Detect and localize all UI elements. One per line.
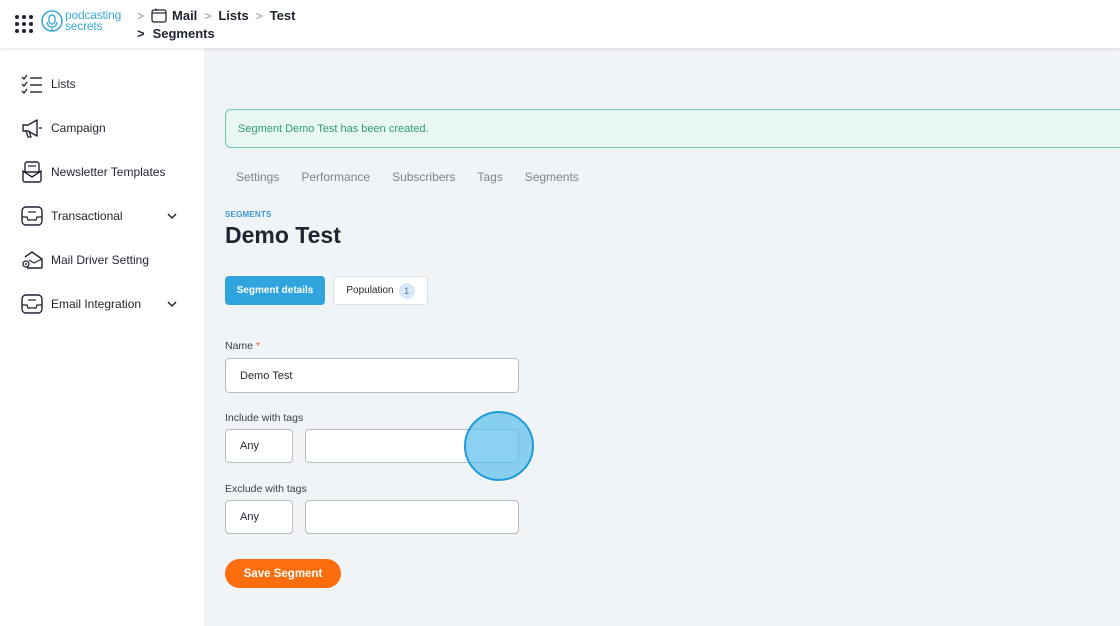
include-mode-select[interactable]: Any (225, 429, 293, 463)
save-segment-button[interactable]: Save Segment (225, 559, 341, 588)
breadcrumb-separator: > (137, 8, 145, 23)
tab-bar: Settings Performance Subscribers Tags Se… (236, 170, 601, 184)
logo[interactable]: podcasting secrets (41, 8, 133, 36)
tab-segments[interactable]: Segments (525, 170, 579, 184)
sidebar-item-label: Email Integration (51, 297, 142, 311)
sidebar-item-label: Transactional (51, 209, 123, 223)
exclude-tags-label: Exclude with tags (225, 483, 307, 495)
sidebar-item-label: Campaign (51, 121, 106, 135)
sidebar-item-lists[interactable]: Lists (20, 71, 190, 97)
mail-settings-icon (20, 249, 43, 272)
population-count-badge: 1 (398, 282, 415, 299)
name-field-value: Demo Test (240, 369, 293, 382)
name-label: Name * (225, 340, 260, 352)
alert-message: Segment Demo Test has been created. (238, 123, 429, 135)
list-check-icon (20, 73, 43, 96)
name-label-text: Name (225, 340, 254, 352)
population-label: Population (346, 285, 394, 296)
sidebar-item-mail-driver-setting[interactable]: Mail Driver Setting (20, 247, 190, 273)
breadcrumb-segments: Segments (152, 26, 215, 41)
megaphone-icon (20, 117, 43, 140)
include-tags-label: Include with tags (225, 412, 304, 424)
podcast-logo-icon (41, 10, 63, 32)
tab-tags[interactable]: Tags (477, 170, 502, 184)
breadcrumb-lists[interactable]: Lists (218, 8, 248, 23)
top-bar: podcasting secrets > Mail > Lists > Test… (0, 0, 1120, 48)
breadcrumb-separator: > (255, 8, 263, 23)
logo-text-line2: secrets (65, 19, 103, 33)
breadcrumb-mail[interactable]: Mail (172, 8, 197, 23)
name-field[interactable]: Demo Test (225, 358, 519, 393)
chevron-down-icon[interactable] (166, 210, 178, 222)
tab-settings[interactable]: Settings (236, 170, 279, 184)
sidebar-item-label: Lists (51, 77, 76, 91)
tab-performance[interactable]: Performance (301, 170, 370, 184)
sidebar-item-label: Newsletter Templates (51, 165, 166, 179)
sidebar-item-newsletter-templates[interactable]: Newsletter Templates (20, 159, 190, 185)
chevron-down-icon[interactable] (166, 298, 178, 310)
exclude-mode-value: Any (240, 511, 259, 523)
breadcrumb-separator: > (204, 8, 212, 23)
inbox-icon (20, 293, 43, 316)
breadcrumb: > Mail > Lists > Test > Segments (137, 7, 295, 42)
segment-details-tab[interactable]: Segment details (225, 276, 325, 305)
breadcrumb-separator: > (137, 26, 145, 41)
save-segment-label: Save Segment (243, 567, 323, 580)
sidebar-item-email-integration[interactable]: Email Integration (20, 291, 190, 317)
page-eyebrow: SEGMENTS (225, 210, 272, 219)
population-tab[interactable]: Population 1 (333, 276, 428, 305)
include-mode-value: Any (240, 440, 259, 452)
exclude-tags-input[interactable] (305, 500, 519, 534)
required-mark: * (256, 340, 261, 352)
breadcrumb-test[interactable]: Test (270, 8, 296, 23)
newsletter-icon (20, 161, 43, 184)
sidebar: Lists Campaign Newsletter Templates Tran… (0, 48, 204, 626)
exclude-mode-select[interactable]: Any (225, 500, 293, 534)
apps-grid-icon[interactable] (15, 15, 33, 33)
main-content: Segment Demo Test has been created. Sett… (204, 48, 1120, 626)
sidebar-item-label: Mail Driver Setting (51, 253, 150, 267)
tab-subscribers[interactable]: Subscribers (392, 170, 455, 184)
sidebar-item-campaign[interactable]: Campaign (20, 115, 190, 141)
page-title: Demo Test (225, 222, 341, 248)
mail-app-icon (151, 8, 167, 23)
inbox-icon (20, 205, 43, 228)
success-alert: Segment Demo Test has been created. (225, 109, 1120, 148)
click-indicator (464, 411, 534, 481)
sidebar-item-transactional[interactable]: Transactional (20, 203, 190, 229)
segment-details-label: Segment details (236, 285, 314, 296)
